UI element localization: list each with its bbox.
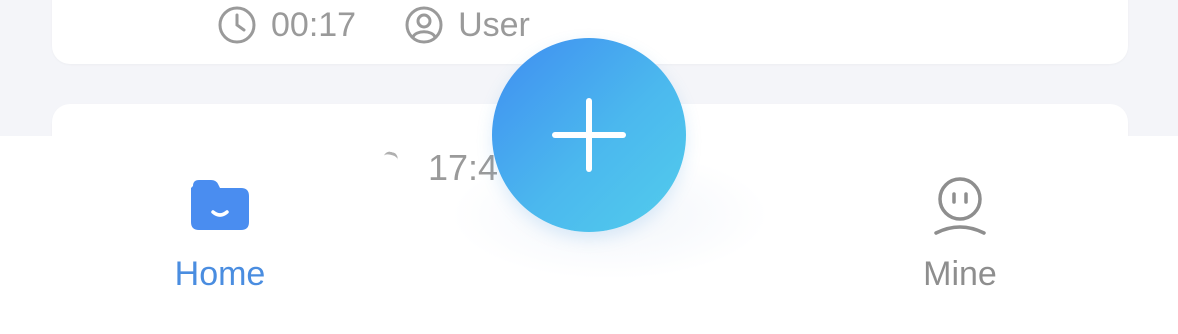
tab-home-label: Home [174, 255, 266, 293]
card-meta-row: 00:17 User [217, 5, 530, 45]
tab-mine[interactable]: Mine [890, 176, 1030, 294]
plus-icon [552, 98, 626, 172]
duration-meta: 00:17 [217, 5, 356, 45]
user-text: User [458, 5, 530, 44]
tab-home[interactable]: Home [150, 176, 290, 294]
clock-icon [218, 6, 256, 44]
add-button[interactable] [492, 38, 686, 232]
user-icon [405, 6, 443, 44]
duration-text: 00:17 [271, 5, 357, 44]
user-meta: User [404, 5, 530, 45]
tab-mine-label: Mine [923, 255, 997, 293]
user-face-icon [928, 176, 992, 235]
folder-icon [188, 176, 252, 234]
